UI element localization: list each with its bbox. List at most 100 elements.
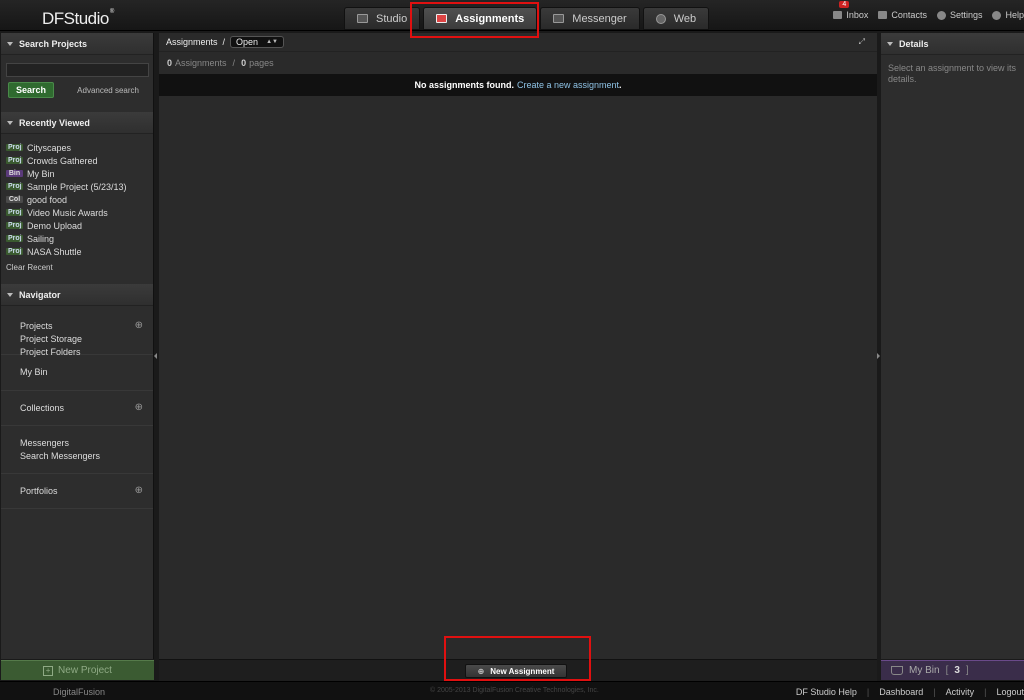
tab-studio[interactable]: Studio xyxy=(344,7,421,30)
recent-item[interactable]: Proj Video Music Awards xyxy=(6,206,153,219)
main-panel: Assignments / Open ▲▼ ⤢ 0 Assignments / … xyxy=(159,33,877,681)
breadcrumb-separator: / xyxy=(222,37,226,47)
messenger-icon xyxy=(553,14,565,23)
new-assignment-label: New Assignment xyxy=(490,666,555,676)
recent-item-label: Cityscapes xyxy=(27,142,72,153)
collapse-right-icon[interactable] xyxy=(877,353,880,359)
tab-web-label: Web xyxy=(673,12,697,25)
type-badge: Proj xyxy=(6,183,23,190)
type-badge: Proj xyxy=(6,144,23,151)
nav-project-folders-label: Project Folders xyxy=(20,346,81,357)
navigator-header[interactable]: Navigator xyxy=(1,284,153,306)
footer-link-logout[interactable]: Logout xyxy=(996,687,1024,697)
advanced-search-link[interactable]: Advanced search xyxy=(77,86,139,95)
help-label: Help xyxy=(1005,10,1024,20)
contacts-link[interactable]: Contacts xyxy=(878,10,927,20)
plus-icon: + xyxy=(43,665,54,676)
tab-messenger[interactable]: Messenger xyxy=(540,7,640,30)
collapse-left-icon[interactable] xyxy=(154,353,157,359)
add-icon[interactable]: ⊕ xyxy=(135,485,143,496)
nav-my-bin-label: My Bin xyxy=(20,366,48,377)
tab-assignments-label: Assignments xyxy=(455,12,525,25)
basket-icon xyxy=(891,666,903,675)
tab-studio-label: Studio xyxy=(376,12,408,25)
settings-link[interactable]: Settings xyxy=(936,10,983,20)
recent-item[interactable]: Proj Sample Project (5/23/13) xyxy=(6,180,153,193)
recently-viewed-header[interactable]: Recently Viewed xyxy=(1,112,153,134)
settings-label: Settings xyxy=(949,10,983,20)
left-sidebar: Search Projects Search Advanced search R… xyxy=(1,33,154,659)
details-header[interactable]: Details xyxy=(881,33,1024,55)
my-bin-bar[interactable]: My Bin [3] xyxy=(881,660,1024,680)
recent-item[interactable]: Bin My Bin xyxy=(6,167,153,180)
recent-item-label: NASA Shuttle xyxy=(27,246,82,257)
main-footer-bar: ⊕ New Assignment xyxy=(159,659,877,681)
nav-portfolios[interactable]: Portfolios ⊕ xyxy=(1,484,143,497)
nav-portfolios-label: Portfolios xyxy=(20,485,58,496)
add-icon[interactable]: ⊕ xyxy=(135,402,143,413)
inbox-icon xyxy=(833,11,843,19)
details-placeholder: Select an assignment to view its details… xyxy=(888,63,1017,84)
nav-messengers-label: Messengers xyxy=(20,437,70,448)
nav-group-projects: Projects ⊕ Project Storage Project Folder… xyxy=(1,306,153,357)
status-filter-value: Open xyxy=(236,37,259,47)
footer-link-activity[interactable]: Activity xyxy=(946,687,975,697)
add-icon[interactable]: ⊕ xyxy=(135,320,143,331)
my-bin-count: 3 xyxy=(954,665,960,676)
nav-messengers[interactable]: Messengers xyxy=(1,436,143,449)
assignments-icon xyxy=(436,14,448,23)
my-bin-label: My Bin xyxy=(909,665,940,676)
footer-copyright: © 2005-2013 DigitalFusion Creative Techn… xyxy=(430,687,599,694)
status-filter-select[interactable]: Open ▲▼ xyxy=(230,36,284,48)
footer-brand: DigitalFusion xyxy=(53,687,106,697)
search-projects-header[interactable]: Search Projects xyxy=(1,33,153,55)
nav-project-storage[interactable]: Project Storage xyxy=(1,332,143,345)
type-badge: Proj xyxy=(6,222,23,229)
nav-search-messengers[interactable]: Search Messengers xyxy=(1,449,143,462)
search-actions: Search Advanced search xyxy=(1,77,153,98)
contacts-label: Contacts xyxy=(891,10,927,20)
collapse-icon xyxy=(887,41,893,46)
expand-icon[interactable]: ⤢ xyxy=(859,37,865,47)
recent-item-label: My Bin xyxy=(27,168,55,179)
search-button[interactable]: Search xyxy=(8,82,55,98)
nav-collections[interactable]: Collections ⊕ xyxy=(1,401,143,414)
nav-group-bin: My Bin xyxy=(1,355,153,391)
footer-link-dashboard[interactable]: Dashboard xyxy=(879,687,923,697)
nav-project-storage-label: Project Storage xyxy=(20,333,83,344)
app-logo[interactable]: DFStudio® xyxy=(42,9,114,29)
nav-projects-label: Projects xyxy=(20,320,53,331)
recent-item[interactable]: Proj Crowds Gathered xyxy=(6,154,153,167)
result-count: 0 Assignments / 0 pages xyxy=(167,58,274,68)
recent-item[interactable]: Proj Cityscapes xyxy=(6,141,153,154)
new-assignment-button[interactable]: ⊕ New Assignment xyxy=(465,664,567,678)
tab-assignments[interactable]: Assignments xyxy=(423,7,538,30)
recent-item-label: Demo Upload xyxy=(27,220,83,231)
help-icon xyxy=(992,10,1002,20)
recent-item[interactable]: Proj Sailing xyxy=(6,232,153,245)
help-link[interactable]: Help xyxy=(992,10,1024,20)
empty-state-notice: No assignments found. Create a new assig… xyxy=(159,74,877,96)
create-assignment-link[interactable]: Create a new assignment xyxy=(517,80,619,90)
nav-projects[interactable]: Projects ⊕ xyxy=(1,319,143,332)
main-tabs: Studio Assignments Messenger Web xyxy=(344,7,710,30)
inbox-link[interactable]: 4 Inbox xyxy=(833,1,868,20)
navigator-title: Navigator xyxy=(19,289,61,300)
new-project-button[interactable]: + New Project xyxy=(1,660,154,680)
clear-recent-link[interactable]: Clear Recent xyxy=(1,258,153,272)
recent-item[interactable]: Proj Demo Upload xyxy=(6,219,153,232)
search-input[interactable] xyxy=(6,63,149,77)
nav-group-messengers: Messengers Search Messengers xyxy=(1,426,153,474)
footer-links: DF Studio Help | Dashboard | Activity | … xyxy=(795,687,1024,697)
recent-item-label: good food xyxy=(27,194,68,205)
type-badge: Bin xyxy=(6,170,23,177)
breadcrumb-assignments[interactable]: Assignments xyxy=(166,37,218,47)
recent-item[interactable]: Proj NASA Shuttle xyxy=(6,245,153,258)
recent-list: Proj Cityscapes Proj Crowds Gathered Bin My… xyxy=(1,134,153,258)
plus-icon: ⊕ xyxy=(477,666,485,676)
tab-web[interactable]: Web xyxy=(642,7,710,30)
nav-my-bin[interactable]: My Bin xyxy=(1,365,143,378)
recent-item[interactable]: Col good food xyxy=(6,193,153,206)
left-splitter[interactable] xyxy=(154,33,158,659)
footer-link-help[interactable]: DF Studio Help xyxy=(796,687,857,697)
